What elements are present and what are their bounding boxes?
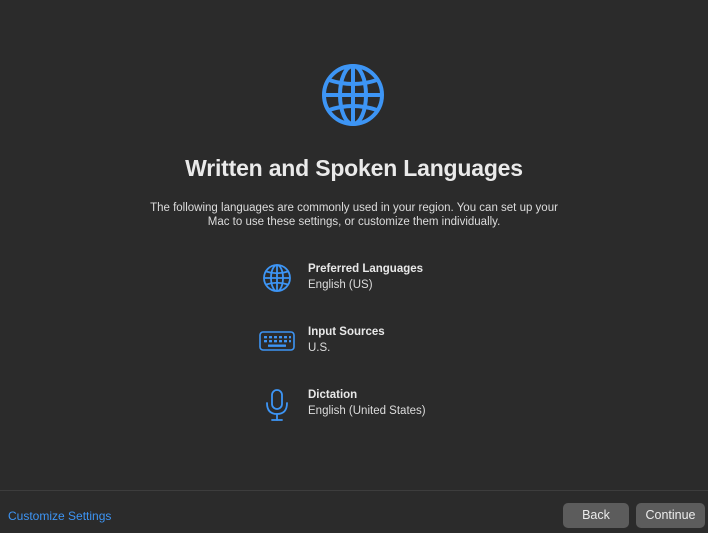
- preferred-languages-setting: Preferred Languages English (US): [258, 263, 518, 303]
- footer-divider: [0, 490, 708, 491]
- microphone-icon: [266, 389, 288, 421]
- page-description: The following languages are commonly use…: [150, 202, 558, 228]
- preferred-languages-label: Preferred Languages: [308, 263, 424, 275]
- setup-assistant-window: Written and Spoken Languages The followi…: [0, 0, 708, 533]
- input-sources-value: U.S.: [308, 342, 331, 354]
- input-sources-setting: Input Sources U.S.: [258, 326, 518, 366]
- continue-button[interactable]: Continue: [636, 503, 705, 528]
- back-button[interactable]: Back: [563, 503, 629, 528]
- preferred-languages-value: English (US): [308, 279, 373, 291]
- dictation-setting: Dictation English (United States): [258, 389, 518, 429]
- globe-icon: [322, 64, 384, 126]
- input-sources-label: Input Sources: [308, 326, 385, 338]
- keyboard-icon: [259, 331, 295, 351]
- customize-settings-link[interactable]: Customize Settings: [8, 509, 111, 523]
- globe-icon: [263, 264, 291, 292]
- dictation-value: English (United States): [308, 405, 426, 417]
- page-title: Written and Spoken Languages: [185, 155, 523, 181]
- dictation-label: Dictation: [308, 389, 358, 401]
